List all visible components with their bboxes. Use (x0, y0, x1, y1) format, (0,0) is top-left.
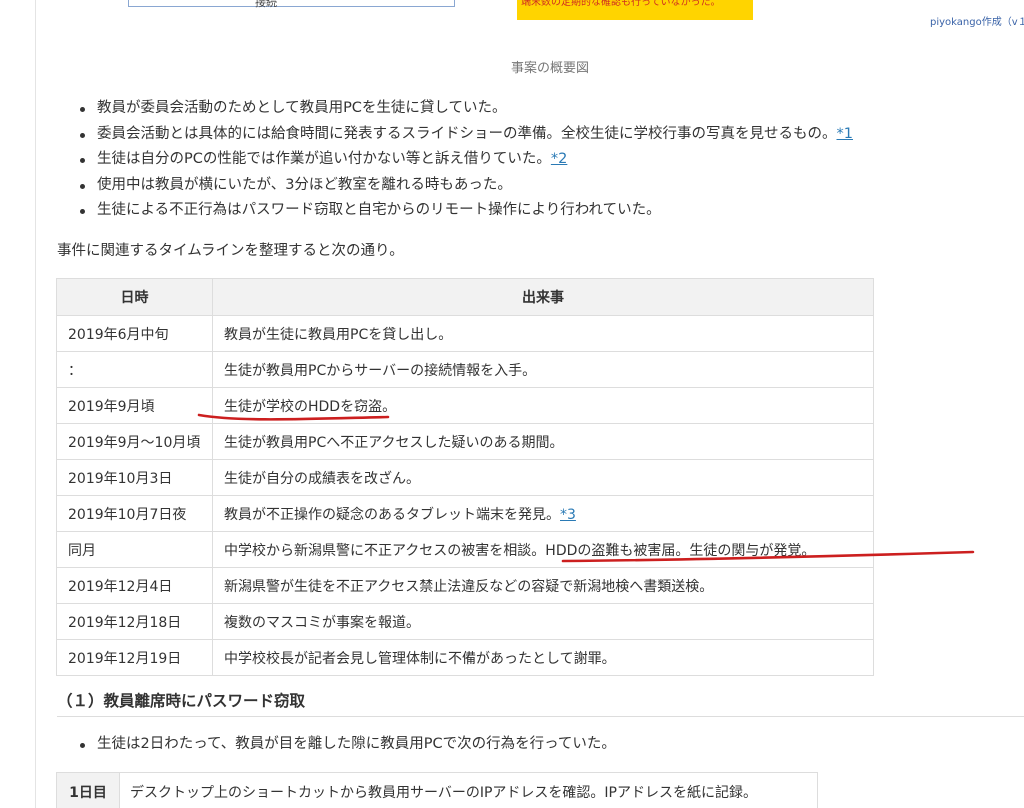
cell-date: 同月 (56, 531, 213, 568)
list-item-text: 生徒は2日わたって、教員が目を離した隙に教員用PCで次の行為を行っていた。 (97, 736, 616, 752)
cell-event: 複数のマスコミが事案を報道。 (212, 603, 874, 640)
table-header-row: 日時 出来事 (56, 278, 874, 316)
list-item-text: 委員会活動とは具体的には給食時間に発表するスライドショーの準備。全校生徒に学校行… (97, 125, 837, 142)
cell-event: 教員が生徒に教員用PCを貸し出し。 (212, 315, 874, 352)
table-row: 2019年10月3日 生徒が自分の成績表を改ざん。 (56, 459, 874, 496)
content-left-border (35, 0, 36, 808)
step-label: 1日目 (56, 772, 120, 808)
list-item: 使用中は教員が横にいたが、3分ほど教室を離れる時もあった。 (80, 173, 853, 199)
steps-table: 1日目 デスクトップ上のショートカットから教員用サーバーのIPアドレスを確認。I… (56, 772, 818, 808)
cell-date: 2019年12月19日 (56, 639, 213, 676)
cell-event-text: 教員が不正操作の疑念のあるタブレット端末を発見。 (224, 506, 560, 523)
cell-date: 2019年10月7日夜 (56, 495, 213, 532)
cell-event: 生徒が教員用PCへ不正アクセスした疑いのある期間。 (212, 423, 874, 460)
cell-event: 新潟県警が生徒を不正アクセス禁止法違反などの容疑で新潟地検へ書類送検。 (212, 567, 874, 604)
list-item-text: 使用中は教員が横にいたが、3分ほど教室を離れる時もあった。 (97, 176, 512, 193)
cell-date: ： (56, 351, 213, 388)
table-row: 2019年10月7日夜 教員が不正操作の疑念のあるタブレット端末を発見。*3 (56, 495, 874, 532)
cell-event: 生徒が自分の成績表を改ざん。 (212, 459, 874, 496)
cell-date: 2019年12月18日 (56, 603, 213, 640)
figure-diagram-box (128, 0, 455, 7)
footnote-link-2[interactable]: *2 (551, 151, 567, 167)
step-text: デスクトップ上のショートカットから教員用サーバーのIPアドレスを確認。IPアドレ… (119, 772, 818, 808)
section-heading: （１）教員離席時にパスワード窃取 (57, 690, 1024, 717)
table-row: 1日目 デスクトップ上のショートカットから教員用サーバーのIPアドレスを確認。I… (56, 772, 818, 808)
table-row: 2019年12月4日 新潟県警が生徒を不正アクセス禁止法違反などの容疑で新潟地検… (56, 567, 874, 604)
list-item: 生徒による不正行為はパスワード窃取と自宅からのリモート操作により行われていた。 (80, 198, 853, 224)
section-list: 生徒は2日わたって、教員が目を離した隙に教員用PCで次の行為を行っていた。 (75, 732, 616, 757)
table-row: 2019年9月～10月頃 生徒が教員用PCへ不正アクセスした疑いのある期間。 (56, 423, 874, 460)
timeline-intro-text: 事件に関連するタイムラインを整理すると次の通り。 (57, 243, 404, 259)
column-header-date: 日時 (56, 278, 213, 316)
footnote-link-1[interactable]: *1 (837, 126, 853, 142)
figure-caption: 事案の概要図 (510, 61, 589, 76)
table-row: 同月 中学校から新潟県警に不正アクセスの被害を相談。HDDの盗難も被害届。生徒の… (56, 531, 874, 568)
table-row: 2019年12月19日 中学校校長が記者会見し管理体制に不備があったとして謝罪。 (56, 639, 874, 676)
timeline-table: 日時 出来事 2019年6月中旬 教員が生徒に教員用PCを貸し出し。 ： 生徒が… (56, 278, 874, 676)
column-header-event: 出来事 (212, 278, 874, 316)
table-row: 2019年9月頃 生徒が学校のHDDを窃盗。 (56, 387, 874, 424)
cell-event: 中学校から新潟県警に不正アクセスの被害を相談。HDDの盗難も被害届。生徒の関与が… (212, 531, 874, 568)
table-row: 2019年6月中旬 教員が生徒に教員用PCを貸し出し。 (56, 315, 874, 352)
cell-date: 2019年10月3日 (56, 459, 213, 496)
summary-list: 教員が委員会活動のためとして教員用PCを生徒に貸していた。 委員会活動とは具体的… (75, 96, 853, 224)
cell-date: 2019年9月頃 (56, 387, 213, 424)
cell-event: 生徒が学校のHDDを窃盗。 (212, 387, 874, 424)
list-item-text: 生徒による不正行為はパスワード窃取と自宅からのリモート操作により行われていた。 (97, 202, 661, 218)
cell-event: 教員が不正操作の疑念のあるタブレット端末を発見。*3 (212, 495, 874, 532)
list-item: 教員が委員会活動のためとして教員用PCを生徒に貸していた。 (80, 96, 853, 122)
table-row: ： 生徒が教員用PCからサーバーの接続情報を入手。 (56, 351, 874, 388)
cell-date: 2019年12月4日 (56, 567, 213, 604)
list-item: 委員会活動とは具体的には給食時間に発表するスライドショーの準備。全校生徒に学校行… (80, 122, 853, 148)
footnote-link-3[interactable]: *3 (560, 507, 576, 523)
table-row: 2019年12月18日 複数のマスコミが事案を報道。 (56, 603, 874, 640)
article-page: 接続 端末数の定期的な確認も行っていなかった。 piyokango作成（v１ 事… (0, 0, 1024, 808)
figure-credit: piyokango作成（v１ (930, 17, 1024, 28)
figure-highlight-note: 端末数の定期的な確認も行っていなかった。 (517, 0, 753, 20)
cell-date: 2019年9月～10月頃 (56, 423, 213, 460)
cell-date: 2019年6月中旬 (56, 315, 213, 352)
cell-event: 中学校校長が記者会見し管理体制に不備があったとして謝罪。 (212, 639, 874, 676)
figure-diagram-box-text: 接続 (255, 0, 277, 9)
list-item: 生徒は自分のPCの性能では作業が追い付かない等と訴え借りていた。*2 (80, 147, 853, 173)
list-item: 生徒は2日わたって、教員が目を離した隙に教員用PCで次の行為を行っていた。 (80, 732, 616, 757)
list-item-text: 教員が委員会活動のためとして教員用PCを生徒に貸していた。 (97, 100, 507, 116)
cell-event: 生徒が教員用PCからサーバーの接続情報を入手。 (212, 351, 874, 388)
list-item-text: 生徒は自分のPCの性能では作業が追い付かない等と訴え借りていた。 (97, 151, 551, 167)
